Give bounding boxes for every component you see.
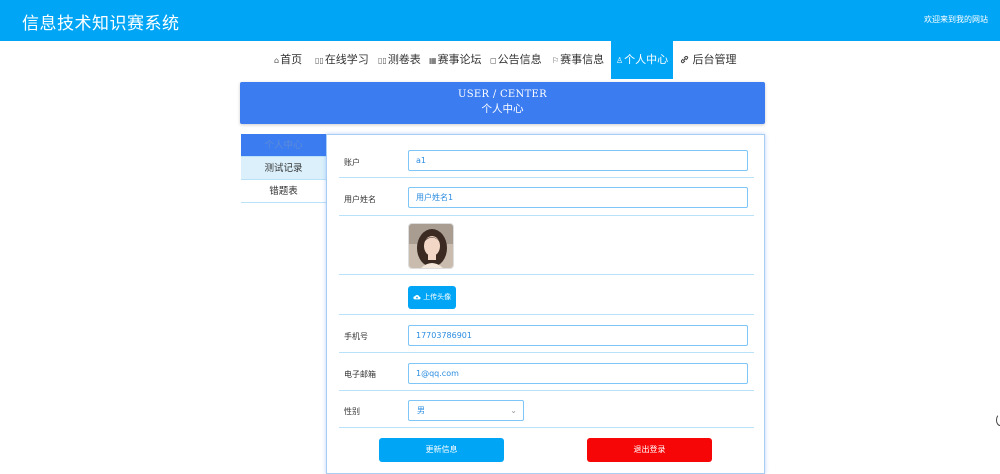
phone-input[interactable]: 17703786901 (408, 325, 748, 346)
nav-item-admin[interactable]: 后台管理 (678, 41, 739, 79)
nav-item-test-paper[interactable]: ▯▯测卷表 (376, 41, 423, 79)
upload-avatar-label: 上传头像 (423, 293, 452, 301)
upload-row: 上传头像 (339, 275, 754, 315)
main-nav: ⌂首页 ▯▯在线学习 ▯▯测卷表 ▦赛事论坛 ◻公告信息 ⚐赛事信息 ♙个人中心… (0, 41, 1000, 79)
nav-item-label: 赛事信息 (560, 53, 605, 66)
nav-item-label: 赛事论坛 (437, 53, 482, 66)
avatar (408, 223, 454, 269)
forum-icon: ▦ (429, 56, 437, 65)
link-icon (680, 55, 692, 65)
nav-item-user-center[interactable]: ♙个人中心 (611, 41, 673, 79)
site-title: 信息技术知识赛系统 (22, 14, 180, 34)
gender-label: 性别 (344, 407, 360, 416)
book-icon: ▯▯ (315, 56, 324, 65)
name-label: 用户姓名 (344, 195, 376, 204)
nav-item-label: 在线学习 (324, 53, 369, 66)
account-label: 账户 (344, 158, 360, 167)
logout-button[interactable]: 退出登录 (587, 438, 712, 462)
side-item-user-center[interactable]: 个人中心 (241, 134, 326, 157)
home-icon: ⌂ (274, 56, 280, 65)
welcome-text: 欢迎来到我的网站 (924, 15, 988, 24)
nav-item-competition-info[interactable]: ⚐赛事信息 (550, 41, 606, 79)
banner-title-cn: 个人中心 (481, 103, 524, 115)
side-item-test-records[interactable]: 测试记录 (241, 157, 326, 180)
name-input[interactable]: 用户姓名1 (408, 187, 748, 208)
phone-row: 手机号 17703786901 (339, 315, 754, 353)
gender-select-value: 男 (417, 406, 425, 415)
gender-row: 性别 男 ⌄ (339, 391, 754, 428)
nav-item-online-learning[interactable]: ▯▯在线学习 (313, 41, 371, 79)
chevron-down-icon: ⌄ (510, 406, 517, 415)
account-input[interactable]: a1 (408, 150, 748, 171)
email-label: 电子邮箱 (344, 370, 376, 379)
notice-icon: ◻ (490, 56, 497, 65)
test-icon: ▯▯ (378, 56, 387, 65)
email-row: 电子邮箱 1@qq.com (339, 353, 754, 391)
scroll-edge-indicator (996, 414, 1000, 426)
nav-item-label: 个人中心 (624, 53, 669, 66)
nav-item-home[interactable]: ⌂首页 (272, 41, 304, 79)
nav-item-forum[interactable]: ▦赛事论坛 (427, 41, 484, 79)
update-info-button[interactable]: 更新信息 (379, 438, 504, 462)
top-header: 信息技术知识赛系统 欢迎来到我的网站 (0, 0, 1000, 41)
name-row: 用户姓名 用户姓名1 (339, 178, 754, 216)
nav-item-label: 公告信息 (497, 53, 542, 66)
account-row: 账户 a1 (339, 145, 754, 178)
page-banner: USER / CENTER 个人中心 (240, 82, 765, 124)
profile-form: 账户 a1 用户姓名 用户姓名1 上传头像 手机号 17703786901 电子… (326, 134, 765, 474)
nav-item-label: 首页 (280, 53, 303, 66)
side-menu: 个人中心 测试记录 错题表 (241, 134, 326, 203)
phone-label: 手机号 (344, 332, 368, 341)
email-input[interactable]: 1@qq.com (408, 363, 748, 384)
cloud-upload-icon (413, 293, 423, 301)
side-item-wrong-questions[interactable]: 错题表 (241, 180, 326, 203)
nav-item-label: 测卷表 (387, 53, 421, 66)
gender-select[interactable]: 男 ⌄ (408, 400, 524, 421)
nav-item-announcements[interactable]: ◻公告信息 (488, 41, 544, 79)
avatar-row (339, 216, 754, 275)
nav-item-label: 后台管理 (692, 53, 737, 66)
flag-icon: ⚐ (552, 56, 560, 65)
banner-title-en: USER / CENTER (458, 89, 547, 100)
upload-avatar-button[interactable]: 上传头像 (408, 286, 456, 309)
user-icon: ♙ (616, 56, 624, 65)
